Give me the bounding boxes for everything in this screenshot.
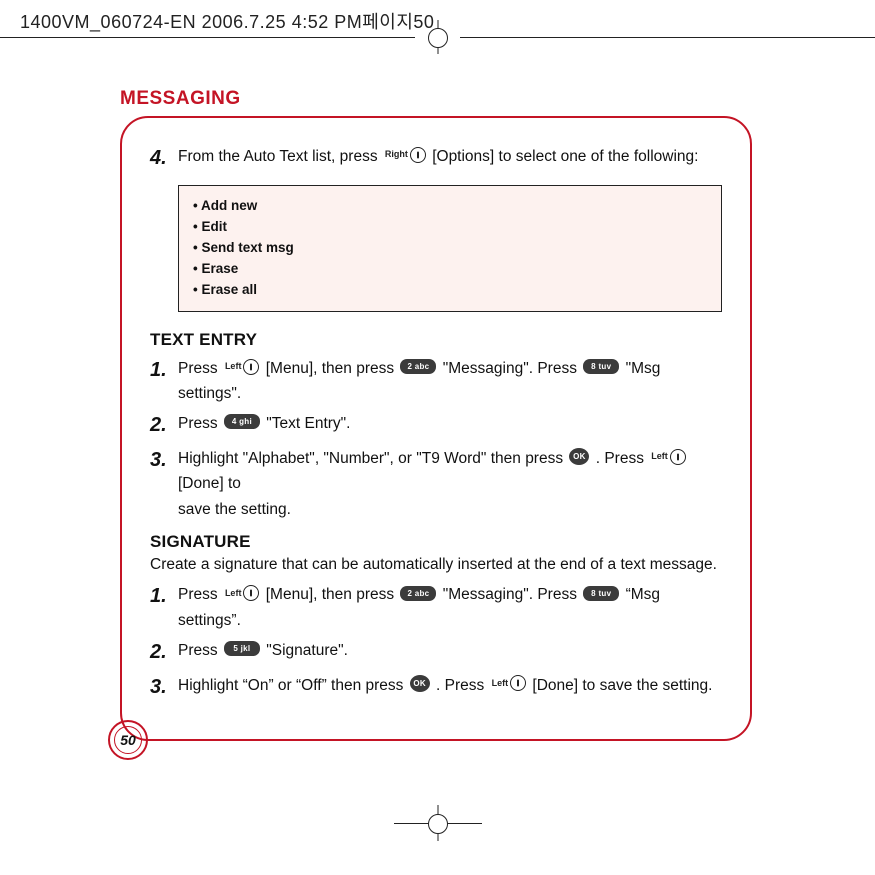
step-number: 3. <box>150 444 178 523</box>
key-5-icon: 5 jkl <box>224 641 260 656</box>
ok-key-icon: OK <box>410 675 430 692</box>
text: "Signature". <box>266 642 348 659</box>
text: . Press <box>436 677 489 694</box>
left-softkey-icon: Left <box>224 359 260 375</box>
content-frame: 4. From the Auto Text list, press Right … <box>120 116 752 741</box>
step-row: 3. Highlight "Alphabet", "Number", or "T… <box>150 444 722 523</box>
text: . Press <box>596 450 649 467</box>
ok-key-icon: OK <box>569 448 589 465</box>
text: Highlight “On” or “Off” then press <box>178 677 408 694</box>
left-softkey-icon: Left <box>491 675 527 691</box>
step-row: 1. Press Left [Menu], then press 2 abc "… <box>150 580 722 633</box>
options-box: Add new Edit Send text msg Erase Erase a… <box>178 185 722 312</box>
text: "Messaging". Press <box>443 586 582 603</box>
text: [Menu], then press <box>266 586 399 603</box>
option-item: Erase <box>193 259 707 280</box>
text: "Messaging". Press <box>443 360 582 377</box>
text: Highlight "Alphabet", "Number", or "T9 W… <box>178 450 567 467</box>
text: [Done] to save the setting. <box>532 677 712 694</box>
intro-step: 4. From the Auto Text list, press Right … <box>150 142 722 175</box>
file-header: 1400VM_060724-EN 2006.7.25 4:52 PM페이지50 <box>20 8 434 34</box>
right-softkey-icon: Right <box>384 147 426 163</box>
subheading-signature: SIGNATURE <box>150 532 722 552</box>
text: [Done] to <box>178 475 241 492</box>
step-number: 1. <box>150 580 178 633</box>
step-number: 3. <box>150 671 178 704</box>
section-title: MESSAGING <box>120 88 241 110</box>
text: [Options] to select one of the following… <box>432 148 698 165</box>
signature-desc: Create a signature that can be automatic… <box>150 556 722 574</box>
step-row: 2. Press 5 jkl "Signature". <box>150 636 722 669</box>
key-4-icon: 4 ghi <box>224 414 260 429</box>
text: save the setting. <box>178 497 722 523</box>
page-number-badge: 50 <box>108 720 148 760</box>
key-8-icon: 8 tuv <box>583 586 619 601</box>
subheading-text-entry: TEXT ENTRY <box>150 330 722 350</box>
crop-mark-bottom <box>408 809 468 839</box>
text: "Text Entry". <box>266 415 350 432</box>
text: Press <box>178 642 222 659</box>
text: Press <box>178 586 222 603</box>
text: [Menu], then press <box>266 360 399 377</box>
option-item: Send text msg <box>193 238 707 259</box>
left-softkey-icon: Left <box>650 449 686 465</box>
option-item: Erase all <box>193 280 707 301</box>
step-number: 2. <box>150 409 178 442</box>
text: Press <box>178 415 222 432</box>
step-number: 2. <box>150 636 178 669</box>
key-8-icon: 8 tuv <box>583 359 619 374</box>
text: Press <box>178 360 222 377</box>
step-number: 1. <box>150 354 178 407</box>
step-row: 3. Highlight “On” or “Off” then press OK… <box>150 671 722 704</box>
step-number: 4. <box>150 142 178 175</box>
step-row: 1. Press Left [Menu], then press 2 abc "… <box>150 354 722 407</box>
text: From the Auto Text list, press <box>178 148 382 165</box>
page-number: 50 <box>114 726 142 754</box>
key-2-icon: 2 abc <box>400 586 436 601</box>
step-row: 2. Press 4 ghi "Text Entry". <box>150 409 722 442</box>
left-softkey-icon: Left <box>224 585 260 601</box>
option-item: Edit <box>193 217 707 238</box>
key-2-icon: 2 abc <box>400 359 436 374</box>
option-item: Add new <box>193 196 707 217</box>
